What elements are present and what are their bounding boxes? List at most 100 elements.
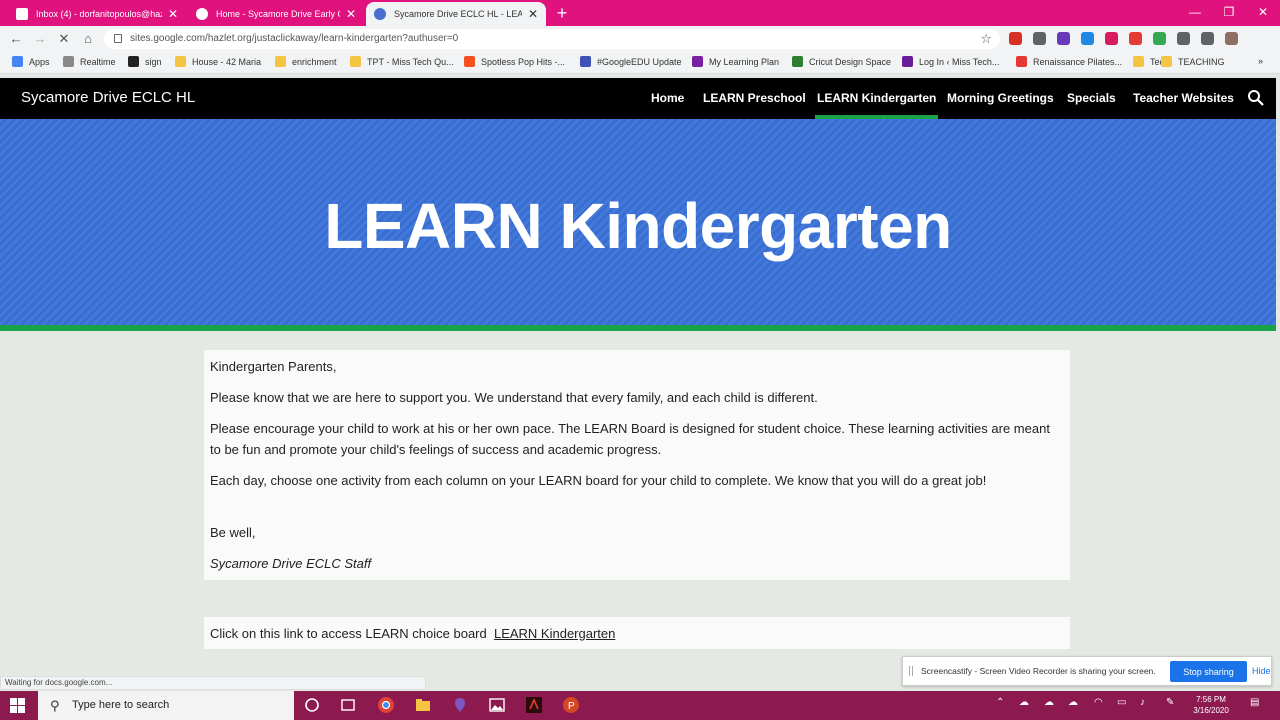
clock-time: 7:56 PM	[1196, 695, 1226, 704]
extension-icon[interactable]	[1105, 32, 1118, 45]
tray-chevron-icon[interactable]: ⌃	[996, 697, 1004, 708]
bookmark-item[interactable]: Log In ‹ Miss Tech...	[902, 56, 999, 67]
extension-icon[interactable]	[1153, 32, 1166, 45]
more-bookmarks-button[interactable]: »	[1258, 56, 1263, 66]
windows-start-icon[interactable]	[10, 698, 25, 713]
nav-learn-preschool[interactable]: LEARN Preschool	[703, 78, 806, 119]
bookmark-item[interactable]: Renaissance Pilates...	[1016, 56, 1122, 67]
file-explorer-icon[interactable]	[414, 696, 432, 714]
bookmark-item[interactable]: sign	[128, 56, 162, 67]
tab-title: Sycamore Drive ECLC HL - LEARN	[394, 9, 522, 19]
cortana-icon[interactable]	[303, 696, 321, 714]
bookmark-icon	[464, 56, 475, 67]
search-icon: ⚲	[50, 698, 60, 713]
bookmark-label: Apps	[29, 56, 50, 67]
browser-status-bubble: Waiting for docs.google.com...	[0, 676, 426, 690]
close-tab-icon[interactable]: ✕	[346, 7, 356, 21]
bookmark-icon	[792, 56, 803, 67]
nav-morning-greetings[interactable]: Morning Greetings	[947, 78, 1054, 119]
new-tab-button[interactable]: +	[552, 3, 572, 23]
learn-kindergarten-link[interactable]: LEARN Kindergarten	[494, 626, 615, 641]
stop-loading-button[interactable]: ✕	[54, 29, 74, 49]
upload-icon[interactable]: ☁	[1068, 697, 1078, 708]
photos-icon[interactable]	[488, 696, 506, 714]
extension-icon[interactable]	[1201, 32, 1214, 45]
bookmark-label: Spotless Pop Hits -...	[481, 56, 566, 67]
browser-tab-gmail[interactable]: Inbox (4) - dorfanitopoulos@haz ✕	[8, 2, 186, 26]
bookmark-icon	[63, 56, 74, 67]
bookmark-icon	[175, 56, 186, 67]
tab-title: Home - Sycamore Drive Early Ch	[216, 9, 340, 19]
nav-home[interactable]: Home	[651, 78, 684, 119]
close-tab-icon[interactable]: ✕	[168, 7, 178, 21]
bookmark-item[interactable]: Spotless Pop Hits -...	[464, 56, 565, 67]
site-title[interactable]: Sycamore Drive ECLC HL	[21, 78, 195, 118]
search-icon[interactable]	[1247, 89, 1265, 107]
maps-icon[interactable]	[451, 696, 469, 714]
svg-text:P: P	[568, 701, 575, 712]
link-intro-text: Click on this link to access LEARN choic…	[210, 626, 487, 641]
taskbar-clock[interactable]: 7:56 PM 3/16/2020	[1184, 694, 1238, 716]
cloud-sync-icon[interactable]: ☁	[1044, 697, 1054, 708]
extension-icon[interactable]	[1225, 32, 1238, 45]
back-button[interactable]: ←	[6, 29, 26, 49]
bookmarks-bar: » Apps Realtime sign House - 42 Maria enrich…	[0, 52, 1280, 74]
bookmark-icon	[12, 56, 23, 67]
bookmark-item[interactable]: Cricut Design Space	[792, 56, 891, 67]
task-view-icon[interactable]	[339, 696, 357, 714]
onedrive-icon[interactable]: ☁	[1019, 697, 1029, 708]
extension-icon[interactable]	[1009, 32, 1022, 45]
drag-handle-icon[interactable]	[909, 666, 913, 676]
taskbar-search-box[interactable]: ⚲ Type here to search	[38, 691, 294, 720]
bookmark-label: Log In ‹ Miss Tech...	[919, 56, 1000, 67]
browser-tab-learn-kindergarten[interactable]: Sycamore Drive ECLC HL - LEARN ✕	[366, 2, 546, 26]
acrobat-icon[interactable]	[525, 696, 543, 714]
page-title: LEARN Kindergarten	[324, 190, 952, 262]
bookmark-item[interactable]: #GoogleEDU Update	[580, 56, 682, 67]
bookmark-item[interactable]: House - 42 Maria	[175, 56, 261, 67]
stop-sharing-button[interactable]: Stop sharing	[1170, 661, 1247, 682]
bookmark-label: TPT - Miss Tech Qu...	[367, 56, 454, 67]
extension-icon[interactable]	[1081, 32, 1094, 45]
pen-icon[interactable]: ✎	[1166, 697, 1174, 708]
share-message: Screencastify - Screen Video Recorder is…	[921, 666, 1156, 676]
battery-icon[interactable]: ▭	[1117, 697, 1126, 708]
wifi-icon[interactable]: ◠	[1094, 697, 1103, 708]
bookmark-item[interactable]: TEACHING	[1161, 56, 1225, 67]
maximize-button[interactable]: ❐	[1212, 0, 1246, 26]
bookmark-item[interactable]: enrichment	[275, 56, 337, 67]
bookmark-item[interactable]: TPT - Miss Tech Qu...	[350, 56, 454, 67]
bookmark-item[interactable]: Realtime	[63, 56, 116, 67]
extension-icon[interactable]	[1129, 32, 1142, 45]
bookmark-icon	[692, 56, 703, 67]
extension-icon[interactable]	[1177, 32, 1190, 45]
bookmark-star-icon[interactable]: ☆	[980, 29, 992, 49]
chrome-icon[interactable]	[377, 696, 395, 714]
browser-tab-home[interactable]: Home - Sycamore Drive Early Ch ✕	[188, 2, 364, 26]
nav-specials[interactable]: Specials	[1067, 78, 1116, 119]
bookmark-label: Cricut Design Space	[809, 56, 892, 67]
close-tab-icon[interactable]: ✕	[528, 7, 538, 21]
extension-icon[interactable]	[1033, 32, 1046, 45]
powerpoint-icon[interactable]: P	[562, 696, 580, 714]
volume-icon[interactable]: ♪	[1140, 697, 1145, 708]
site-header: Sycamore Drive ECLC HL Home LEARN Presch…	[0, 78, 1276, 119]
address-bar[interactable]: ☆	[104, 29, 1000, 49]
minimize-button[interactable]: —	[1178, 0, 1212, 26]
close-window-button[interactable]: ✕	[1246, 0, 1280, 26]
forward-button[interactable]: →	[30, 29, 50, 49]
bookmark-item[interactable]: Apps	[12, 56, 50, 67]
home-button[interactable]: ⌂	[78, 29, 98, 49]
page-banner: LEARN Kindergarten	[0, 119, 1276, 325]
notifications-icon[interactable]: ▤	[1250, 697, 1259, 708]
nav-teacher-websites[interactable]: Teacher Websites	[1133, 78, 1234, 119]
nav-learn-kindergarten[interactable]: LEARN Kindergarten	[814, 78, 939, 119]
bookmark-icon	[1133, 56, 1144, 67]
hide-button[interactable]: Hide	[1252, 657, 1271, 685]
extension-icon[interactable]	[1057, 32, 1070, 45]
bookmark-icon	[902, 56, 913, 67]
bookmark-item[interactable]: My Learning Plan	[692, 56, 779, 67]
url-input[interactable]	[130, 29, 930, 49]
bookmark-label: sign	[145, 56, 162, 67]
bookmark-icon	[1161, 56, 1172, 67]
